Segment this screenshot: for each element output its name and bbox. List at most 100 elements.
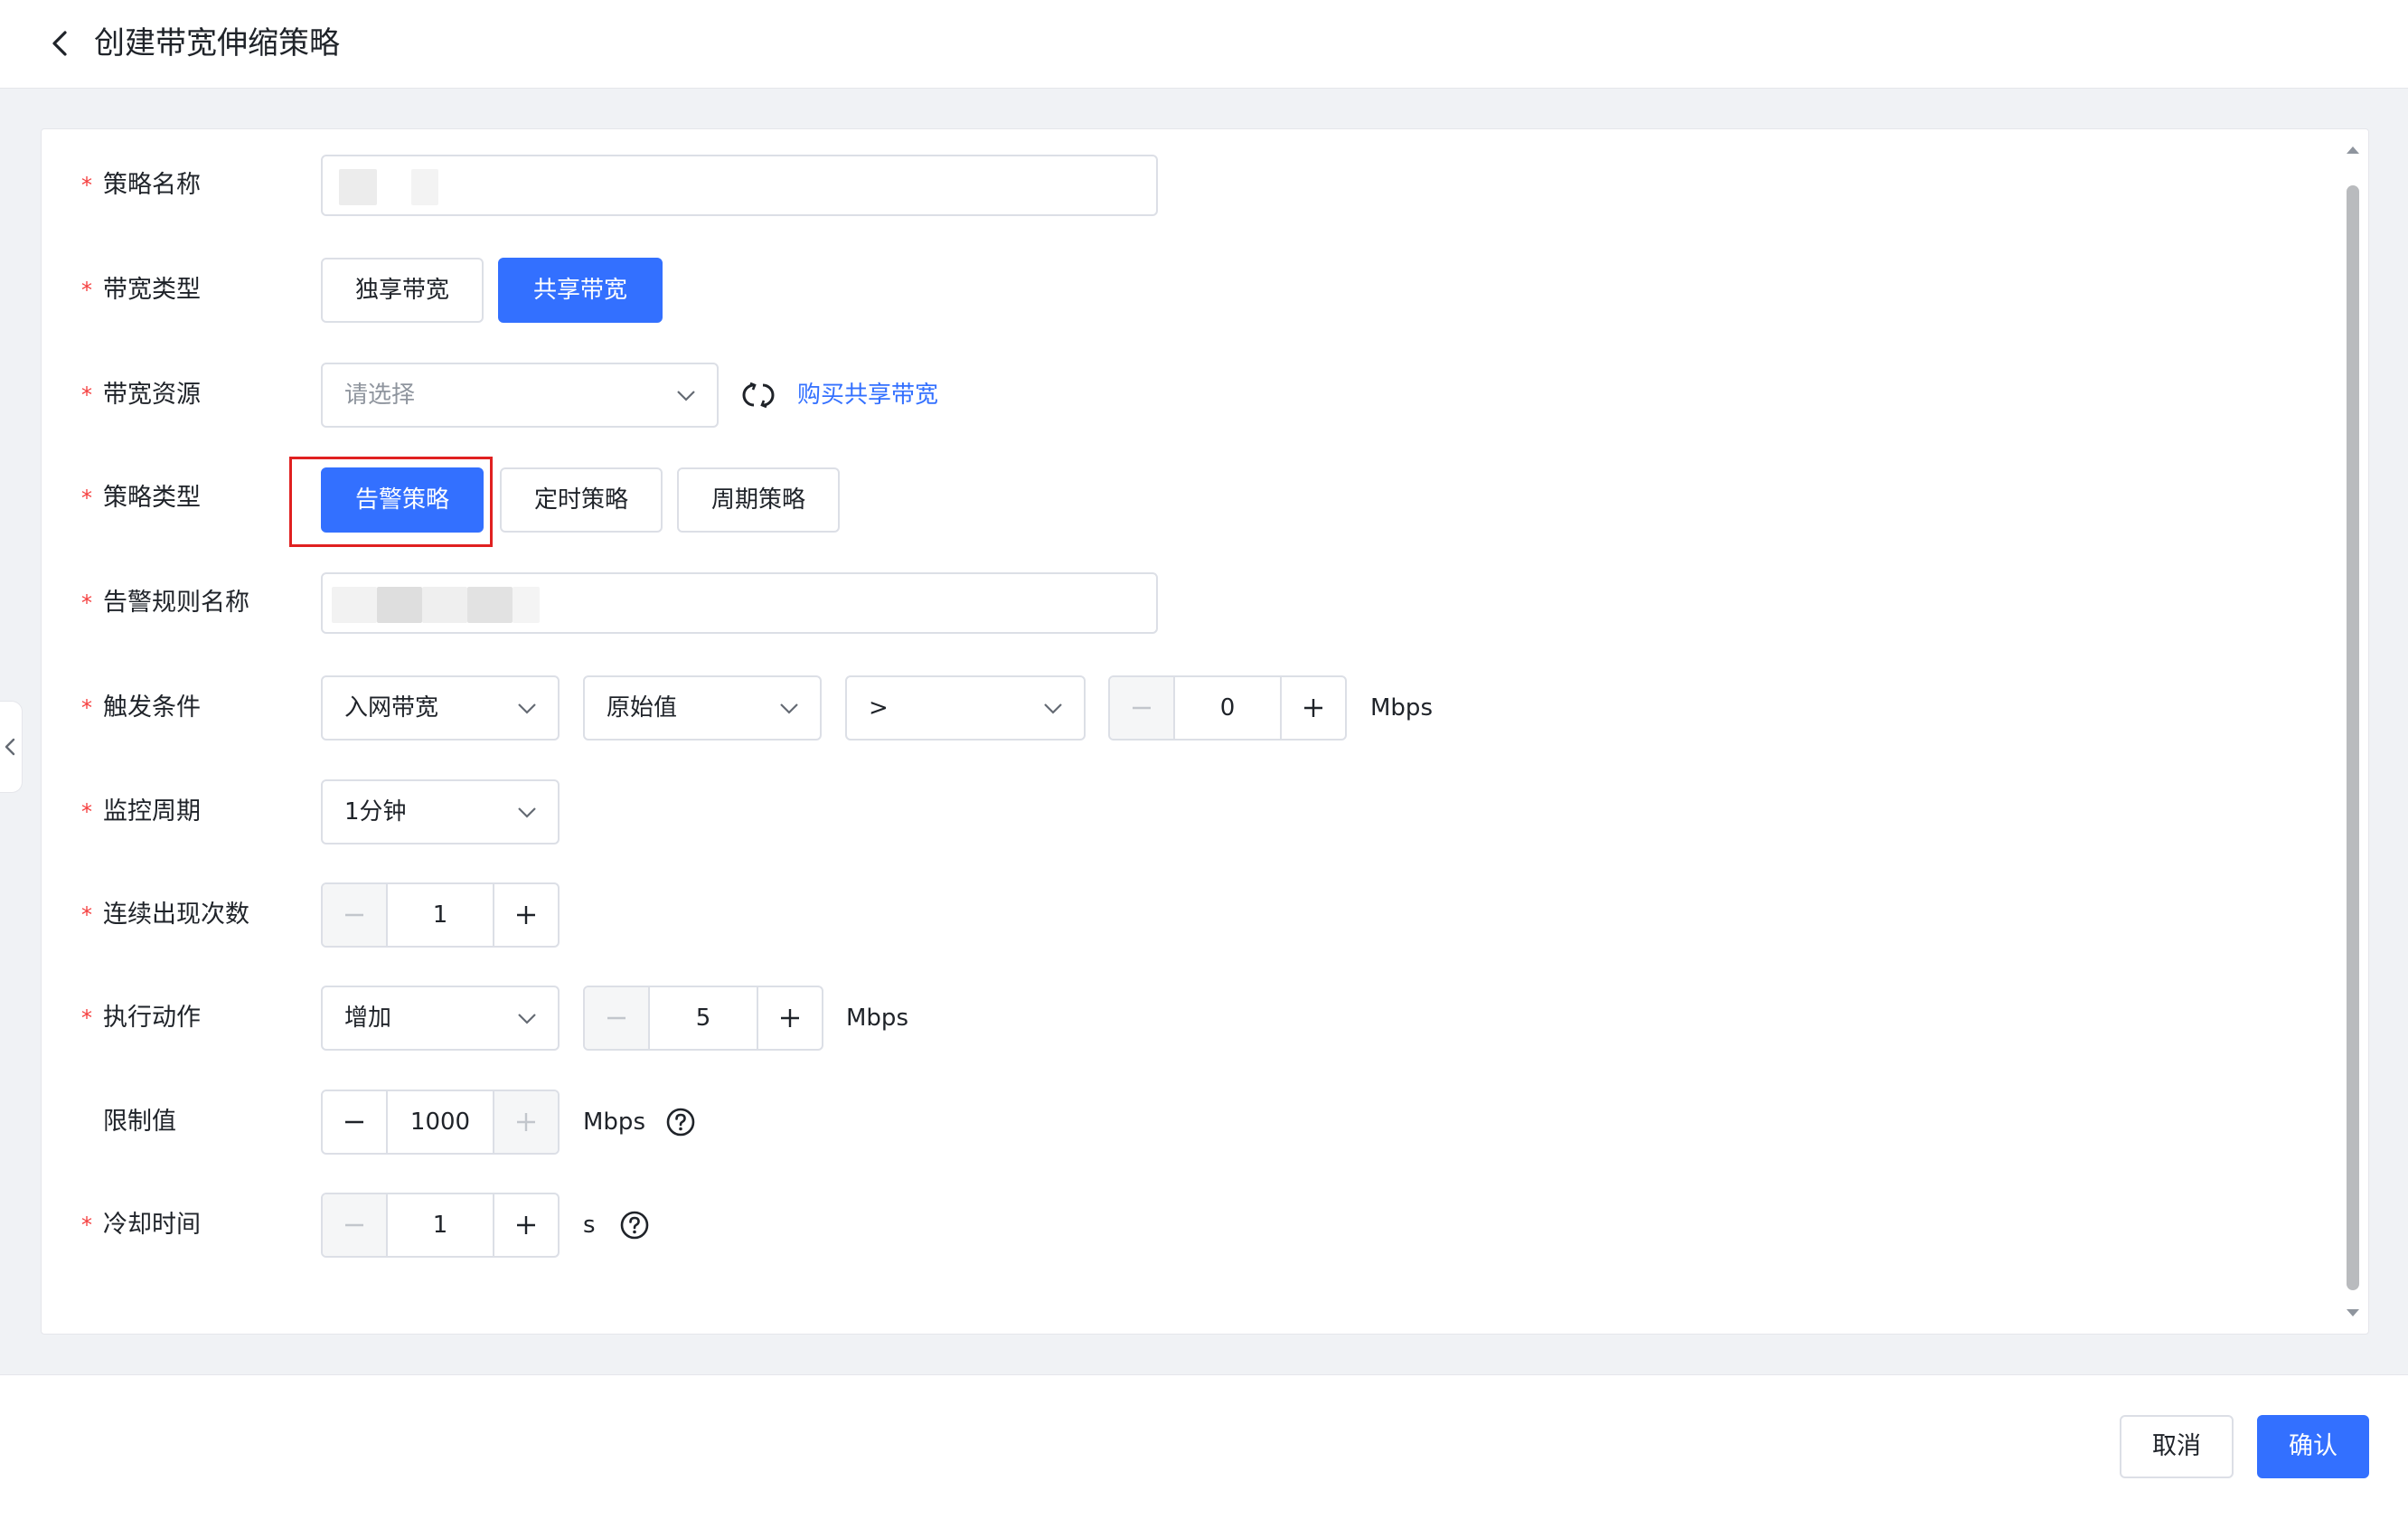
field-label: 限制值 — [103, 1108, 176, 1136]
select-value: 入网带宽 — [344, 694, 439, 722]
sidebar-collapse-toggle[interactable] — [0, 701, 23, 793]
chevron-down-icon — [780, 703, 798, 714]
form-row-monitor-period: * 监控周期 1分钟 — [42, 779, 1217, 844]
alarm-rule-name-input[interactable] — [321, 572, 1158, 634]
form-row-policy-type: * 策略类型 告警策略 定时策略 周期策略 — [42, 466, 1217, 533]
chevron-left-icon — [5, 738, 15, 756]
stepper-value[interactable]: 1000 — [388, 1091, 493, 1153]
unit-label: Mbps — [583, 1109, 645, 1136]
form-row-bandwidth-resource: * 带宽资源 请选择 购买共享带宽 — [42, 363, 1217, 428]
scroll-up-arrow-icon[interactable] — [2342, 140, 2364, 158]
trigger-metric-select[interactable]: 入网带宽 — [321, 675, 560, 741]
select-value: 增加 — [344, 1005, 392, 1032]
chevron-down-icon — [518, 703, 536, 714]
select-value: 原始值 — [607, 694, 678, 722]
refresh-icon[interactable] — [742, 379, 775, 411]
bandwidth-resource-select[interactable]: 请选择 — [321, 363, 719, 428]
field-label: 触发条件 — [103, 693, 201, 722]
consecutive-count-stepper: 1 — [321, 882, 560, 948]
masked-text — [422, 587, 467, 623]
decrement-button[interactable] — [585, 987, 650, 1049]
required-mark: * — [81, 695, 92, 721]
required-mark: * — [81, 278, 92, 303]
minus-icon — [345, 1223, 363, 1227]
plus-icon — [517, 1216, 535, 1234]
required-mark: * — [81, 799, 92, 825]
stepper-value[interactable]: 1 — [388, 1194, 493, 1256]
scroll-down-arrow-icon[interactable] — [2342, 1305, 2364, 1323]
increment-button[interactable] — [757, 987, 822, 1049]
highlight-box — [289, 457, 493, 547]
option-exclusive-bandwidth[interactable]: 独享带宽 — [321, 258, 484, 323]
required-mark: * — [81, 486, 92, 511]
decrement-button[interactable] — [1110, 677, 1175, 739]
help-icon[interactable] — [665, 1107, 696, 1137]
field-label: 策略名称 — [103, 171, 201, 199]
form-row-policy-name: * 策略名称 — [42, 153, 1217, 218]
plus-icon — [781, 1009, 799, 1027]
form-row-consecutive: * 连续出现次数 1 — [42, 882, 1217, 948]
field-label: 执行动作 — [103, 1004, 201, 1032]
option-scheduled-policy[interactable]: 定时策略 — [500, 467, 663, 533]
cancel-button[interactable]: 取消 — [2120, 1415, 2234, 1478]
increment-button[interactable] — [493, 1091, 558, 1153]
select-value: 1分钟 — [344, 798, 407, 826]
minus-icon — [345, 913, 363, 917]
decrement-button[interactable] — [323, 1194, 388, 1256]
chevron-left-icon[interactable] — [45, 27, 78, 60]
stepper-value[interactable]: 1 — [388, 884, 493, 946]
stepper-value[interactable]: 5 — [650, 987, 757, 1049]
masked-text — [377, 587, 422, 623]
increment-button[interactable] — [493, 1194, 558, 1256]
form-row-alarm-rule-name: * 告警规则名称 — [42, 571, 1217, 636]
page-header: 创建带宽伸缩策略 — [0, 0, 2408, 89]
masked-text — [513, 587, 540, 623]
form-row-bandwidth-type: * 带宽类型 独享带宽 共享带宽 — [42, 258, 1217, 323]
scrollbar-thumb[interactable] — [2347, 185, 2359, 1290]
masked-text — [467, 587, 513, 623]
plus-icon — [517, 906, 535, 924]
unit-label: Mbps — [846, 1005, 908, 1032]
chevron-down-icon — [518, 807, 536, 818]
confirm-button[interactable]: 确认 — [2257, 1415, 2369, 1478]
select-value: > — [869, 694, 889, 722]
field-label: 连续出现次数 — [103, 901, 249, 929]
form-row-cooldown: * 冷却时间 1 s — [42, 1193, 1217, 1258]
form-row-trigger: * 触发条件 入网带宽 原始值 > 0 Mbps — [42, 675, 1578, 741]
select-placeholder: 请选择 — [344, 382, 416, 409]
trigger-value-type-select[interactable]: 原始值 — [583, 675, 822, 741]
help-icon[interactable] — [619, 1210, 650, 1241]
minus-icon — [607, 1016, 626, 1020]
stepper-value[interactable]: 0 — [1175, 677, 1280, 739]
field-label: 带宽类型 — [103, 276, 201, 304]
option-shared-bandwidth[interactable]: 共享带宽 — [498, 258, 663, 323]
option-periodic-policy[interactable]: 周期策略 — [677, 467, 840, 533]
form-row-action: * 执行动作 增加 5 Mbps — [42, 986, 1217, 1051]
minus-icon — [345, 1120, 363, 1124]
required-mark: * — [81, 902, 92, 928]
field-label: 带宽资源 — [103, 381, 201, 409]
monitor-period-select[interactable]: 1分钟 — [321, 779, 560, 844]
masked-text — [332, 587, 377, 623]
masked-text — [339, 169, 377, 205]
limit-value-stepper: 1000 — [321, 1090, 560, 1155]
unit-label: s — [583, 1212, 596, 1239]
increment-button[interactable] — [1280, 677, 1345, 739]
decrement-button[interactable] — [323, 884, 388, 946]
plus-icon — [517, 1113, 535, 1131]
buy-shared-bandwidth-link[interactable]: 购买共享带宽 — [797, 363, 938, 428]
decrement-button[interactable] — [323, 1091, 388, 1153]
unit-label: Mbps — [1370, 694, 1433, 722]
policy-name-input[interactable] — [321, 155, 1158, 216]
cooldown-stepper: 1 — [321, 1193, 560, 1258]
field-label: 冷却时间 — [103, 1211, 201, 1239]
action-type-select[interactable]: 增加 — [321, 986, 560, 1051]
increment-button[interactable] — [493, 884, 558, 946]
trigger-operator-select[interactable]: > — [845, 675, 1086, 741]
chevron-down-icon — [518, 1014, 536, 1024]
plus-icon — [1304, 699, 1322, 717]
masked-text — [411, 169, 438, 205]
form-row-limit: 限制值 1000 Mbps — [42, 1090, 1217, 1155]
field-label: 告警规则名称 — [103, 589, 249, 617]
chevron-down-icon — [1044, 703, 1062, 714]
